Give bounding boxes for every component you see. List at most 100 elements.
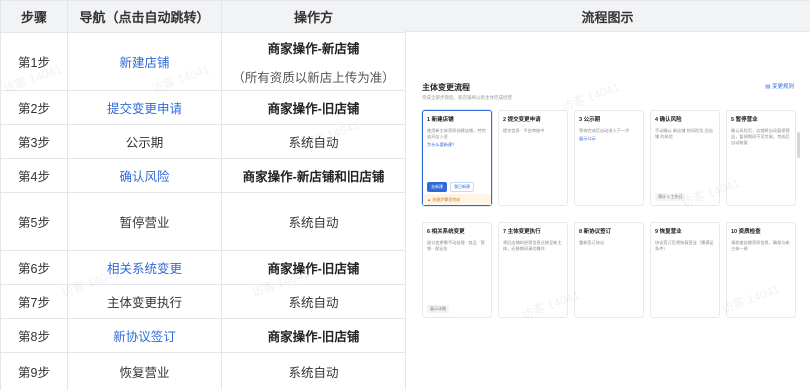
- table-row: 第6步 相关系统变更 商家操作-旧店铺: [0, 250, 406, 285]
- flow-card: 1 新建店铺使用新主体资质创建店铺，并完成开店入驻为什么要新建？ 去新建 我已新建 ▲…: [422, 110, 492, 206]
- steps-table: 步骤 导航（点击自动跳转） 操作方 第1步 新建店铺 商家操作-新店铺 （所有资质以新…: [0, 0, 406, 390]
- step-cell: 第6步: [0, 250, 68, 285]
- flow-card-desc: 手动确认 新店铺 的风险及 旧店铺 的风险: [655, 128, 713, 139]
- step-cell: 第5步: [0, 192, 68, 251]
- flow-card-title: 4 确认风险: [655, 117, 682, 123]
- nav-cell: 公示期: [67, 124, 222, 159]
- table-row: 第2步 提交变更申请 商家操作-旧店铺: [0, 90, 406, 125]
- operator-cell: 系统自动: [221, 124, 406, 159]
- table-row: 第8步 新协议签订 商家操作-旧店铺: [0, 318, 406, 353]
- flow-title: 主体变更流程: [422, 83, 470, 92]
- flow-card-actions: 去新建 我已新建: [427, 182, 474, 192]
- flow-card-desc: 部分变更需手动处理 · 商品 · 营销 · 保证金: [427, 240, 485, 251]
- already-created-button[interactable]: 我已新建: [450, 182, 474, 192]
- flow-card-desc: 使用新主体资质创建店铺，并完成开店入驻: [427, 128, 486, 139]
- operator-text: 商家操作-旧店铺: [267, 330, 360, 344]
- nav-cell: 确认风险: [67, 158, 222, 193]
- flow-card-title: 6 相关系统变更: [427, 229, 465, 235]
- flow-card-title: 1 新建店铺: [427, 117, 454, 123]
- header-step: 步骤: [0, 0, 68, 33]
- operator-text: 系统自动: [288, 216, 339, 230]
- flow-card: 10 资质检查请检查店铺资质信息，确保与新主体一致: [726, 222, 796, 318]
- nav-link[interactable]: 新协议签订: [113, 330, 176, 344]
- flow-card-title: 7 主体变更执行: [503, 229, 541, 235]
- flow-rules-link[interactable]: ▤ 变更规则: [765, 82, 794, 90]
- operator-text: 商家操作-新店铺和旧店铺: [242, 170, 385, 184]
- flow-subtitle: 完成全部步骤后，新店铺将以新主体完成经营: [422, 95, 512, 100]
- document-icon: ▤: [765, 84, 772, 90]
- flow-card-title: 3 公示期: [579, 117, 601, 123]
- flow-card-desc: 等待完成后自动进入下一步: [579, 128, 630, 133]
- step-cell: 第2步: [0, 90, 68, 125]
- header-operator: 操作方: [221, 0, 406, 33]
- operator-text: 商家操作-旧店铺: [267, 102, 360, 116]
- operator-cell: 商家操作-旧店铺: [221, 90, 406, 125]
- table-row: 第7步 主体变更执行 系统自动: [0, 284, 406, 319]
- operator-text: 系统自动: [288, 296, 339, 310]
- flow-card-title: 9 恢复营业: [655, 229, 682, 235]
- flow-card: 5 暂停营业确认风险后，店铺将自动暂停营业，暂停期间不可交易，完成后自动恢复: [726, 110, 796, 206]
- nav-link[interactable]: 相关系统变更: [107, 262, 182, 276]
- nav-text: 恢复营业: [119, 366, 170, 380]
- flow-card-warning: ▲ 关键步骤须完成: [423, 194, 491, 205]
- flow-card-link[interactable]: 为什么要新建？: [427, 142, 487, 148]
- nav-cell: 新协议签订: [67, 318, 222, 353]
- table-row: 第9步 恢复营业 系统自动: [0, 352, 406, 390]
- operator-cell: 系统自动: [221, 192, 406, 251]
- operator-text: 商家操作-新店铺: [267, 41, 360, 56]
- flow-card-title: 8 新协议签订: [579, 229, 612, 235]
- flow-diagram: 主体变更流程 完成全部步骤后，新店铺将以新主体完成经营 ▤ 变更规则 1 新建店…: [416, 76, 802, 330]
- scrollbar[interactable]: [797, 132, 800, 158]
- flow-card-tag: 预计 3 工作日: [655, 193, 686, 201]
- step-cell: 第4步: [0, 158, 68, 193]
- flow-card: 6 相关系统变更部分变更需手动处理 · 商品 · 营销 · 保证金 展示详细: [422, 222, 492, 318]
- flow-card-desc: 请检查店铺资质信息，确保与新主体一致: [731, 240, 790, 251]
- step-cell: 第8步: [0, 318, 68, 353]
- nav-link[interactable]: 新建店铺: [119, 56, 169, 70]
- nav-text: 主体变更执行: [106, 296, 182, 310]
- operator-cell: 系统自动: [221, 284, 406, 319]
- operator-note: （所有资质以新店上传为准）: [232, 70, 395, 85]
- flow-card-desc: 协议签订后将恢复营业（需满足条件）: [655, 240, 714, 251]
- operator-text: 商家操作-旧店铺: [267, 262, 360, 276]
- flow-card-link[interactable]: 展示公示: [579, 136, 639, 142]
- header-flow-diagram: 流程图示: [405, 0, 810, 32]
- operator-text: 系统自动: [288, 366, 339, 380]
- operator-cell: 商家操作-新店铺和旧店铺: [221, 158, 406, 193]
- flow-card-title: 5 暂停营业: [731, 117, 758, 123]
- step-cell: 第1步: [0, 32, 68, 91]
- nav-link[interactable]: 提交变更申请: [107, 102, 182, 116]
- operator-text: 系统自动: [288, 136, 339, 150]
- nav-cell: 恢复营业: [67, 352, 222, 390]
- step-cell: 第7步: [0, 284, 68, 319]
- create-store-button[interactable]: 去新建: [427, 182, 447, 192]
- flow-card: 9 恢复营业协议签订后将恢复营业（需满足条件）: [650, 222, 720, 318]
- flow-card-desc: 确认风险后，店铺将自动暂停营业，暂停期间不可交易，完成后自动恢复: [731, 128, 790, 145]
- flow-card-title: 2 提交变更申请: [503, 117, 541, 123]
- nav-link[interactable]: 确认风险: [119, 170, 169, 184]
- nav-text: 暂停营业: [119, 216, 170, 230]
- table-row: 第5步 暂停营业 系统自动: [0, 192, 406, 251]
- flow-card-desc: 重新签订协议: [579, 240, 605, 245]
- nav-cell: 新建店铺: [67, 32, 222, 91]
- nav-cell: 暂停营业: [67, 192, 222, 251]
- nav-cell: 主体变更执行: [67, 284, 222, 319]
- flow-card-title: 10 资质检查: [731, 229, 761, 235]
- flow-card: 8 新协议签订 重新签订协议: [574, 222, 644, 318]
- flow-card: 4 确认风险手动确认 新店铺 的风险及 旧店铺 的风险 预计 3 工作日: [650, 110, 720, 206]
- table-row: 第3步 公示期 系统自动: [0, 124, 406, 159]
- operator-cell: 商家操作-旧店铺: [221, 250, 406, 285]
- table-header-row: 步骤 导航（点击自动跳转） 操作方: [0, 0, 406, 33]
- operator-cell: 商家操作-旧店铺: [221, 318, 406, 353]
- flow-card-desc: 将旧店铺的经营信息迁移至新主体，迁移期间请勿操作: [503, 240, 562, 251]
- flow-card-tag: 展示详细: [427, 305, 449, 313]
- header-nav: 导航（点击自动跳转）: [67, 0, 222, 33]
- table-row: 第1步 新建店铺 商家操作-新店铺 （所有资质以新店上传为准）: [0, 32, 406, 91]
- table-row: 第4步 确认风险 商家操作-新店铺和旧店铺: [0, 158, 406, 193]
- operator-cell: 商家操作-新店铺 （所有资质以新店上传为准）: [221, 32, 406, 91]
- flow-card: 3 公示期等待完成后自动进入下一步展示公示: [574, 110, 644, 206]
- step-cell: 第9步: [0, 352, 68, 390]
- nav-cell: 相关系统变更: [67, 250, 222, 285]
- step-cell: 第3步: [0, 124, 68, 159]
- operator-cell: 系统自动: [221, 352, 406, 390]
